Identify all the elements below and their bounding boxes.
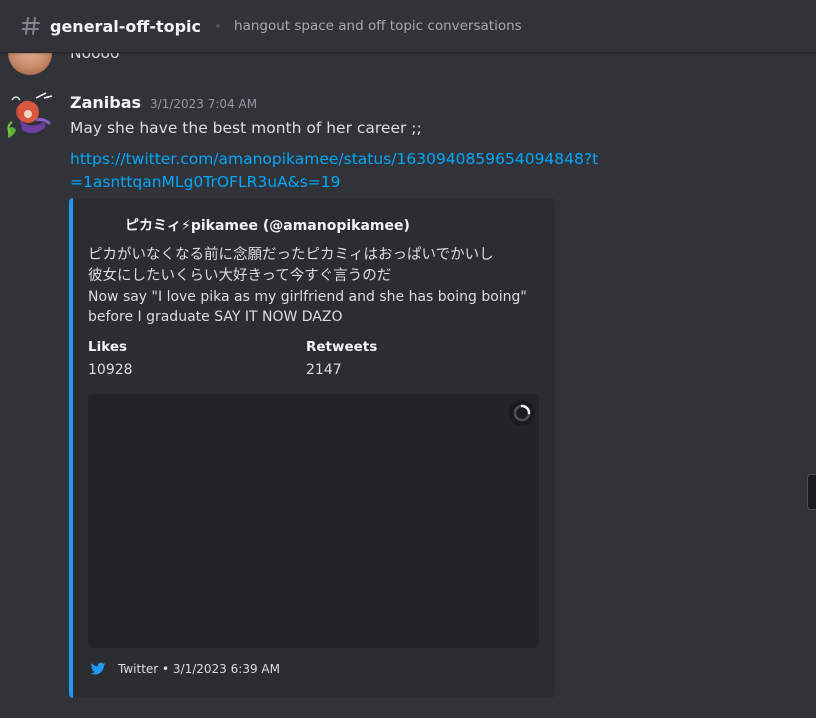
embed-author[interactable]: ピカミィ⚡pikamee (@amanopikamee): [125, 215, 410, 235]
hash-icon: [20, 15, 42, 37]
header-divider: [216, 24, 221, 28]
embed-footer: Twitter • 3/1/2023 6:39 AM: [90, 661, 280, 677]
username[interactable]: Zanibas: [70, 93, 141, 112]
scrollbar-thumb[interactable]: [807, 474, 816, 510]
channel-topic[interactable]: hangout space and off topic conversation…: [234, 18, 522, 34]
message-timestamp: 3/1/2023 7:04 AM: [150, 97, 258, 111]
retweets-field: Retweets 2147: [306, 337, 524, 380]
embed-desc-en-line-2: before I graduate SAY IT NOW DAZO: [88, 309, 343, 325]
embed-desc-jp-line-1: ピカがいなくなる前に念願だったピカミィはおっぱいでかいし: [88, 247, 494, 263]
embed-desc-en-line-1: Now say "I love pika as my girlfriend an…: [88, 289, 527, 305]
message-header: Zanibas 3/1/2023 7:04 AM: [70, 93, 257, 112]
channel-header: general-off-topic hangout space and off …: [0, 0, 816, 53]
previous-message-text: Noooo: [70, 53, 120, 62]
embed-footer-text: Twitter • 3/1/2023 6:39 AM: [118, 662, 280, 676]
previous-avatar[interactable]: [8, 53, 52, 75]
embed-image-placeholder[interactable]: [88, 394, 539, 648]
embed-desc-jp-line-2: 彼女にしたいくらい大好きって今すぐ言うのだ: [88, 268, 392, 284]
tweet-embed: ピカミィ⚡pikamee (@amanopikamee) ピカがいなくなる前に念…: [69, 198, 555, 698]
retweets-label: Retweets: [306, 339, 378, 355]
embed-description: ピカがいなくなる前に念願だったピカミィはおっぱいでかいし 彼女にしたいくらい大好…: [88, 245, 538, 327]
tweet-link[interactable]: https://twitter.com/amanopikamee/status/…: [70, 148, 610, 194]
loading-spinner-icon: [509, 400, 535, 426]
message-list[interactable]: Noooo Zanibas 3/1/2023 7:04 AM May she h…: [0, 53, 816, 718]
likes-field: Likes 10928: [88, 337, 306, 380]
channel-name[interactable]: general-off-topic: [50, 17, 201, 36]
likes-label: Likes: [88, 339, 128, 355]
avatar[interactable]: [6, 90, 54, 142]
embed-fields: Likes 10928 Retweets 2147: [88, 337, 538, 380]
retweets-value: 2147: [306, 362, 342, 378]
likes-value: 10928: [88, 362, 133, 378]
message-text: May she have the best month of her caree…: [70, 119, 422, 137]
twitter-icon: [90, 661, 106, 677]
